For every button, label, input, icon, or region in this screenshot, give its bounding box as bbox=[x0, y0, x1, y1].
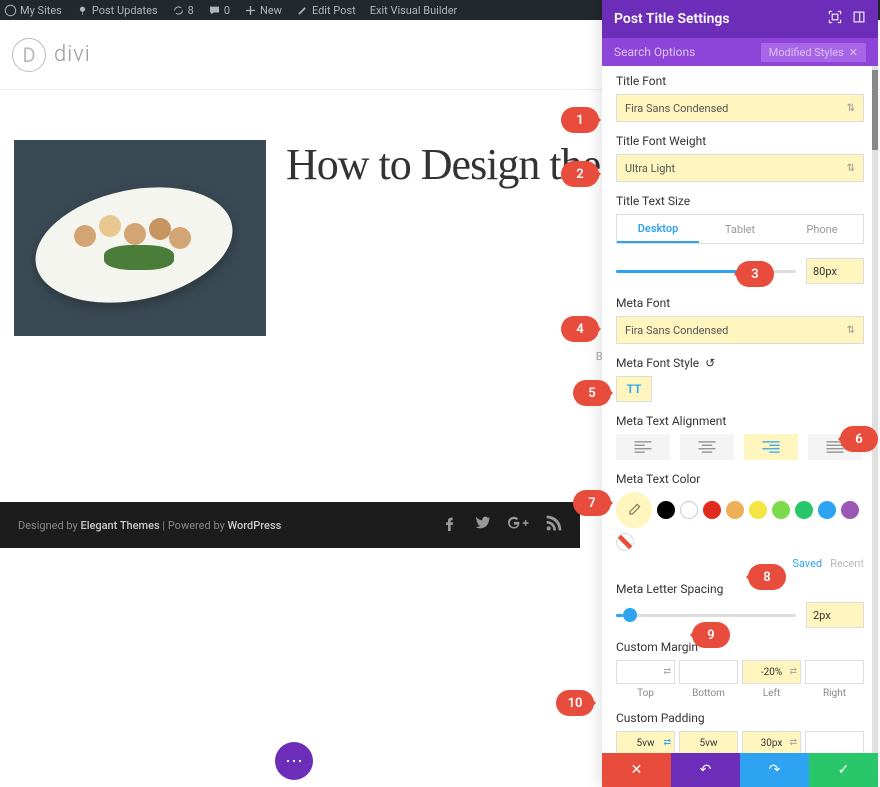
margin-left-input[interactable]: -20%⇄ bbox=[742, 660, 801, 684]
google-plus-icon[interactable] bbox=[508, 515, 530, 536]
logo-icon: D bbox=[12, 38, 46, 72]
link-icon[interactable]: ⇄ bbox=[663, 667, 671, 677]
callout-7: 7 bbox=[573, 490, 611, 516]
callout-2: 2 bbox=[561, 161, 599, 187]
padding-top-input[interactable]: 5vw⇄ bbox=[616, 731, 675, 755]
custom-padding-label: Custom Padding bbox=[616, 711, 864, 725]
pencil-icon bbox=[296, 4, 309, 17]
swatch-red[interactable] bbox=[703, 501, 721, 519]
swatch-transparent[interactable] bbox=[616, 533, 634, 551]
redo-button[interactable]: ↷ bbox=[740, 753, 809, 787]
comment-icon bbox=[208, 4, 221, 17]
swatch-blue[interactable] bbox=[818, 501, 836, 519]
close-icon[interactable]: ✕ bbox=[849, 46, 858, 59]
exit-builder-link[interactable]: Exit Visual Builder bbox=[370, 4, 458, 17]
logo-text: divi bbox=[54, 42, 91, 67]
responsive-tabs: Desktop Tablet Phone bbox=[616, 214, 864, 244]
modified-styles-badge[interactable]: Modified Styles✕ bbox=[761, 43, 866, 62]
callout-8: 8 bbox=[748, 564, 786, 590]
swatch-lime[interactable] bbox=[772, 501, 790, 519]
meta-spacing-slider[interactable] bbox=[616, 614, 796, 617]
builder-fab[interactable]: ⋯ bbox=[275, 742, 313, 780]
align-right-button[interactable] bbox=[744, 434, 798, 460]
link-icon[interactable]: ⇄ bbox=[789, 667, 797, 677]
margin-top-input[interactable]: ⇄ bbox=[616, 660, 675, 684]
save-button[interactable]: ✓ bbox=[809, 753, 878, 787]
my-sites-link[interactable]: My Sites bbox=[4, 4, 62, 17]
padding-left-input[interactable]: 30px⇄ bbox=[742, 731, 801, 755]
elegant-themes-link[interactable]: Elegant Themes bbox=[80, 519, 159, 532]
color-picker-button[interactable] bbox=[616, 492, 652, 528]
search-options[interactable]: Search Options bbox=[614, 45, 695, 59]
facebook-icon[interactable] bbox=[442, 515, 458, 536]
panel-header: Post Title Settings bbox=[602, 0, 878, 38]
snap-icon[interactable] bbox=[852, 10, 866, 28]
rss-icon[interactable] bbox=[546, 515, 562, 536]
refresh-icon bbox=[172, 4, 185, 17]
twitter-icon[interactable] bbox=[474, 515, 492, 536]
settings-panel: Post Title Settings Search Options Modif… bbox=[602, 0, 878, 787]
edit-post-link[interactable]: Edit Post bbox=[296, 4, 356, 17]
meta-spacing-input[interactable]: 2px bbox=[806, 602, 864, 628]
undo-button[interactable]: ↶ bbox=[671, 753, 740, 787]
title-size-input[interactable]: 80px bbox=[806, 258, 864, 284]
panel-subheader: Search Options Modified Styles✕ bbox=[602, 38, 878, 66]
swatch-orange[interactable] bbox=[726, 501, 744, 519]
margin-right-input[interactable] bbox=[805, 660, 864, 684]
meta-style-label: Meta Font Style↺ bbox=[616, 356, 864, 370]
cancel-button[interactable]: ✕ bbox=[602, 753, 671, 787]
margin-bottom-input[interactable] bbox=[679, 660, 738, 684]
recent-tab[interactable]: Recent bbox=[830, 557, 864, 570]
link-icon[interactable]: ⇄ bbox=[789, 738, 797, 748]
meta-align-label: Meta Text Alignment bbox=[616, 414, 864, 428]
reset-icon[interactable]: ↺ bbox=[705, 356, 715, 370]
post-updates-link[interactable]: Post Updates bbox=[76, 4, 158, 17]
refresh-count[interactable]: 8 bbox=[172, 4, 194, 17]
expand-icon[interactable] bbox=[828, 10, 842, 28]
link-icon[interactable]: ⇄ bbox=[663, 738, 671, 748]
callout-5: 5 bbox=[573, 380, 611, 406]
callout-3: 3 bbox=[736, 261, 774, 287]
meta-color-label: Meta Text Color bbox=[616, 472, 864, 486]
title-font-label: Title Font bbox=[616, 74, 864, 88]
site-logo[interactable]: D divi bbox=[12, 38, 91, 72]
title-size-label: Title Text Size bbox=[616, 194, 864, 208]
callout-1: 1 bbox=[561, 107, 599, 133]
title-weight-select[interactable]: Ultra Light bbox=[616, 154, 864, 182]
title-font-select[interactable]: Fira Sans Condensed bbox=[616, 94, 864, 122]
align-center-button[interactable] bbox=[680, 434, 734, 460]
callout-4: 4 bbox=[561, 316, 599, 342]
callout-6: 6 bbox=[840, 426, 878, 452]
panel-title: Post Title Settings bbox=[614, 11, 730, 27]
plus-icon bbox=[244, 4, 257, 17]
swatch-green[interactable] bbox=[795, 501, 813, 519]
padding-bottom-input[interactable]: 5vw bbox=[679, 731, 738, 755]
wordpress-link[interactable]: WordPress bbox=[228, 519, 282, 532]
tab-desktop[interactable]: Desktop bbox=[617, 215, 699, 243]
new-link[interactable]: New bbox=[244, 4, 282, 17]
panel-body: Title Font Fira Sans Condensed Title Fon… bbox=[602, 66, 878, 762]
meta-font-select[interactable]: Fira Sans Condensed bbox=[616, 316, 864, 344]
tab-phone[interactable]: Phone bbox=[781, 215, 863, 243]
wordpress-icon bbox=[4, 4, 17, 17]
saved-tab[interactable]: Saved bbox=[792, 557, 822, 570]
featured-image bbox=[14, 140, 266, 336]
tab-tablet[interactable]: Tablet bbox=[699, 215, 781, 243]
padding-right-input[interactable] bbox=[805, 731, 864, 755]
panel-footer: ✕ ↶ ↷ ✓ bbox=[602, 753, 878, 787]
site-footer: Designed by Elegant Themes | Powered by … bbox=[0, 502, 580, 548]
meta-font-label: Meta Font bbox=[616, 296, 864, 310]
swatch-white[interactable] bbox=[680, 501, 698, 519]
pin-icon bbox=[76, 4, 89, 17]
swatch-yellow[interactable] bbox=[749, 501, 767, 519]
callout-10: 10 bbox=[556, 690, 594, 716]
callout-9: 9 bbox=[692, 622, 730, 648]
swatch-purple[interactable] bbox=[841, 501, 859, 519]
meta-uppercase-button[interactable]: TT bbox=[616, 376, 652, 402]
comments-count[interactable]: 0 bbox=[208, 4, 230, 17]
align-left-button[interactable] bbox=[616, 434, 670, 460]
swatch-black[interactable] bbox=[657, 501, 675, 519]
custom-margin-label: Custom Margin bbox=[616, 640, 864, 654]
title-weight-label: Title Font Weight bbox=[616, 134, 864, 148]
